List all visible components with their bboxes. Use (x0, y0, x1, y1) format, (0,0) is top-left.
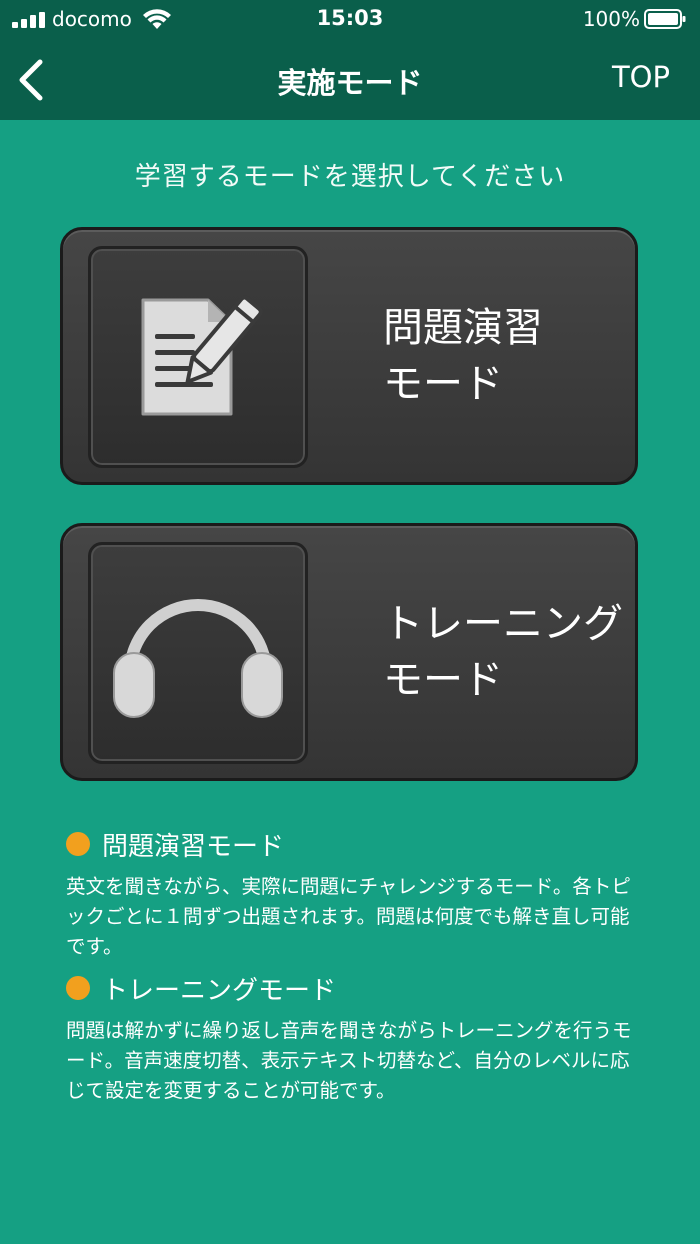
document-pencil-icon (141, 295, 263, 416)
description-heading-text: トレーニングモード (102, 975, 337, 1006)
bullet-dot-icon (66, 832, 90, 856)
battery-icon (644, 9, 686, 29)
training-mode-label-line2: モード (383, 657, 503, 703)
training-mode-label-line1: トレーニング (383, 601, 623, 647)
headphones-icon (113, 599, 283, 718)
instruction-text: 学習するモードを選択してください (134, 162, 566, 192)
icon-frame (88, 542, 308, 764)
battery-percent: 100% (582, 7, 640, 31)
description-heading: トレーニングモード (66, 970, 646, 1006)
chevron-left-icon (19, 59, 43, 101)
bullet-dot-icon (66, 976, 90, 1000)
navigation-bar: 実施モード TOP (0, 40, 700, 120)
practice-mode-label: 問題演習 モード (383, 300, 623, 412)
practice-mode-button[interactable]: 問題演習 モード (60, 227, 638, 485)
header: docomo 15:03 100% 実施モード TOP (0, 0, 700, 120)
training-mode-description: トレーニングモード 問題は解かずに繰り返し音声を聞きながらトレーニングを行うモー… (66, 970, 646, 1106)
description-heading: 問題演習モード (66, 826, 646, 862)
description-text: 問題は解かずに繰り返し音声を聞きながらトレーニングを行うモード。音声速度切替、表… (66, 1019, 632, 1102)
practice-mode-label-line1: 問題演習 (383, 305, 543, 351)
page-title: 実施モード (277, 66, 423, 100)
practice-mode-label-line2: モード (383, 361, 503, 407)
status-bar: docomo 15:03 100% (0, 0, 700, 40)
training-mode-button[interactable]: トレーニング モード (60, 523, 638, 781)
icon-frame (88, 246, 308, 468)
description-heading-text: 問題演習モード (102, 831, 285, 862)
practice-mode-description: 問題演習モード 英文を聞きながら、実際に問題にチャレンジするモード。各トピックご… (66, 826, 646, 962)
back-button[interactable] (6, 50, 56, 110)
description-text: 英文を聞きながら、実際に問題にチャレンジするモード。各トピックごとに１問ずつ出題… (66, 875, 631, 958)
top-button[interactable]: TOP (612, 60, 670, 94)
training-mode-label: トレーニング モード (383, 596, 623, 708)
